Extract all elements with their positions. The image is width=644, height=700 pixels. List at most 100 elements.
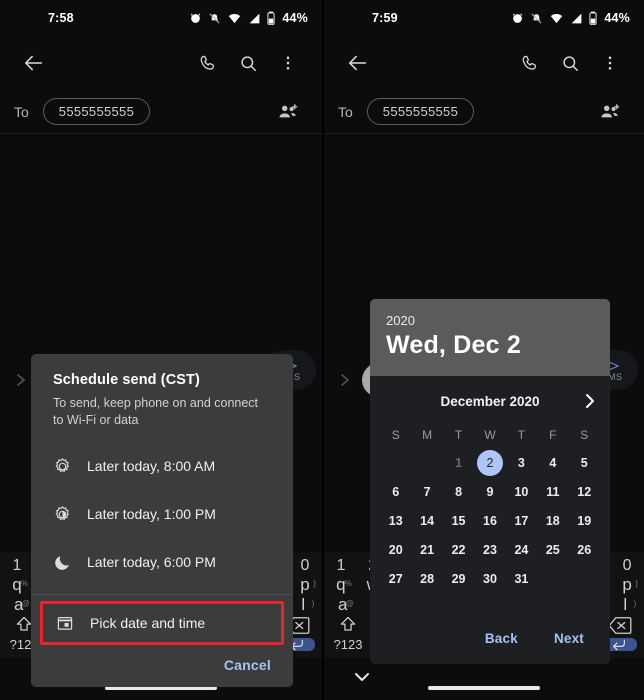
calendar-day[interactable]: 25 (537, 535, 568, 564)
phone-panel-left: 7:58 44% To 5555555555 1 0 q % \ | = []… (0, 0, 322, 700)
key-q[interactable]: q (326, 575, 356, 595)
calendar-day[interactable]: 22 (443, 535, 474, 564)
key-l[interactable]: l (609, 595, 642, 615)
calendar-week-row: 20 21 22 23 24 25 26 (380, 535, 600, 564)
calendar-day[interactable]: 15 (443, 506, 474, 535)
schedule-send-dialog: Schedule send (CST) To send, keep phone … (31, 354, 293, 687)
calendar-day[interactable]: 14 (411, 506, 442, 535)
cellular-signal-icon (570, 12, 583, 25)
calendar-day[interactable]: 31 (506, 564, 537, 593)
recipient-chip[interactable]: 5555555555 (42, 98, 151, 125)
calendar-day[interactable]: 16 (474, 506, 505, 535)
calendar-day[interactable]: 24 (506, 535, 537, 564)
calendar-day[interactable]: 7 (411, 477, 442, 506)
battery-percent: 44% (282, 11, 308, 25)
screenshot-stage: 7:58 44% To 5555555555 1 0 q % \ | = []… (0, 0, 644, 700)
key-p[interactable]: p (612, 575, 642, 595)
dialog-subtitle: To send, keep phone on and connect to Wi… (53, 396, 259, 427)
calendar-day[interactable]: 23 (474, 535, 505, 564)
calendar-day[interactable]: 2 (474, 448, 505, 477)
schedule-option-afternoon[interactable]: Later today, 1:00 PM (31, 490, 293, 538)
more-options-icon[interactable] (268, 43, 308, 83)
calendar-day[interactable]: 11 (537, 477, 568, 506)
key-1[interactable]: 1 (326, 556, 356, 575)
calendar-weeks: 1 2 3 4 5 6 7 8 9 10 11 12 13 14 15 16 17 18 19 20 21 22 23 24 2… (380, 448, 600, 593)
key-a[interactable]: a (326, 595, 359, 615)
schedule-option-label: Later today, 6:00 PM (87, 554, 216, 570)
calendar-day-selected[interactable]: 2 (476, 449, 503, 476)
chevron-right-icon[interactable] (583, 393, 596, 409)
calendar-day[interactable]: 12 (569, 477, 600, 506)
schedule-option-label: Later today, 1:00 PM (87, 506, 216, 522)
calendar-week-row: 6 7 8 9 10 11 12 (380, 477, 600, 506)
back-arrow-icon[interactable] (14, 43, 54, 83)
cellular-signal-icon (248, 12, 261, 25)
status-icons: 44% (189, 11, 308, 25)
recipient-chip[interactable]: 5555555555 (366, 98, 475, 125)
symbols-key[interactable]: ?123 (326, 635, 370, 654)
calendar-day[interactable]: 20 (380, 535, 411, 564)
calendar-day[interactable]: 10 (506, 477, 537, 506)
battery-percent: 44% (604, 11, 630, 25)
call-icon[interactable] (188, 43, 228, 83)
calendar-day[interactable]: 17 (506, 506, 537, 535)
date-picker-year[interactable]: 2020 (386, 313, 594, 328)
add-people-icon[interactable] (268, 92, 308, 132)
key-q[interactable]: q (2, 575, 32, 595)
schedule-option-morning[interactable]: Later today, 8:00 AM (31, 442, 293, 490)
search-icon[interactable] (228, 43, 268, 83)
sunrise-icon (53, 457, 87, 476)
calendar-day[interactable]: 5 (569, 448, 600, 477)
key-0[interactable]: 0 (612, 556, 642, 575)
back-button[interactable]: Back (473, 627, 530, 650)
calendar-day[interactable]: 9 (474, 477, 505, 506)
calendar-day-empty (537, 564, 568, 593)
next-button[interactable]: Next (542, 627, 596, 650)
pick-date-and-time-option[interactable]: Pick date and time (40, 601, 284, 645)
call-icon[interactable] (510, 43, 550, 83)
calendar-day[interactable]: 26 (569, 535, 600, 564)
notifications-muted-icon (530, 12, 543, 25)
date-picker-dialog: 2020 Wed, Dec 2 December 2020 S M T W T … (370, 299, 610, 664)
calendar-day-empty (569, 564, 600, 593)
calendar-day[interactable]: 18 (537, 506, 568, 535)
calendar-day[interactable]: 30 (474, 564, 505, 593)
battery-icon (589, 11, 597, 25)
dialog-divider (31, 594, 293, 595)
weekday-header-row: S M T W T F S (380, 422, 600, 448)
status-clock: 7:58 (48, 11, 74, 25)
date-picker-header: 2020 Wed, Dec 2 (370, 299, 610, 376)
status-bar: 7:58 44% (0, 0, 322, 36)
expand-chevron-icon[interactable] (330, 372, 360, 388)
calendar-day[interactable]: 6 (380, 477, 411, 506)
calendar-day[interactable]: 8 (443, 477, 474, 506)
schedule-option-evening[interactable]: Later today, 6:00 PM (31, 538, 293, 586)
calendar-day[interactable]: 28 (411, 564, 442, 593)
recipient-row: To 5555555555 (324, 90, 644, 134)
weekday-fri: F (549, 428, 557, 442)
cancel-button[interactable]: Cancel (224, 657, 271, 673)
calendar-day[interactable]: 13 (380, 506, 411, 535)
key-0[interactable]: 0 (290, 556, 320, 575)
more-options-icon[interactable] (590, 43, 630, 83)
chevron-down-icon[interactable] (354, 670, 370, 688)
calendar-day[interactable]: 21 (411, 535, 442, 564)
key-1[interactable]: 1 (2, 556, 32, 575)
calendar-day[interactable]: 3 (506, 448, 537, 477)
calendar-day[interactable]: 19 (569, 506, 600, 535)
search-icon[interactable] (550, 43, 590, 83)
calendar-day[interactable]: 27 (380, 564, 411, 593)
weekday-thu: T (517, 428, 526, 442)
add-people-icon[interactable] (590, 92, 630, 132)
home-pill[interactable] (428, 686, 540, 690)
calendar-day[interactable]: 29 (443, 564, 474, 593)
shift-icon[interactable] (326, 615, 370, 635)
calendar-grid: S M T W T F S 1 2 3 4 5 6 7 8 9 10 11 12 13 14 15 16 17 1… (370, 422, 610, 597)
to-label: To (14, 103, 29, 120)
calendar-day[interactable]: 4 (537, 448, 568, 477)
alarm-icon (189, 12, 202, 25)
month-label[interactable]: December 2020 (440, 394, 539, 409)
key-p[interactable]: p (290, 575, 320, 595)
back-arrow-icon[interactable] (338, 43, 378, 83)
system-navigation-bar (324, 658, 644, 700)
